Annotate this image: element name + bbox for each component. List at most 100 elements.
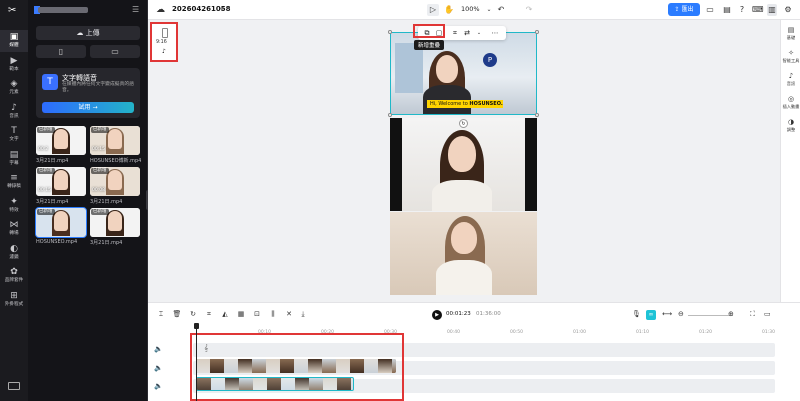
hand-tool-icon[interactable]: ✋ <box>444 4 454 16</box>
rail-item-captions[interactable]: ▤ 字幕 <box>0 148 28 170</box>
right-rail-animation[interactable]: ◎ 插入動畫 <box>781 95 800 109</box>
timeline: ⌶ 🗑 ↻ ⌗ ◭ ▦ ⊡ ⫼ ✕ ⤓ ▶ 00:01:23 01:36:00 … <box>148 302 800 401</box>
transform-icon[interactable]: ⊡ <box>252 310 262 318</box>
right-rail-audio[interactable]: ♪ 音訊 <box>781 72 800 86</box>
media-thumbnail: 已新增 00:15 <box>90 126 140 155</box>
playhead[interactable] <box>196 325 197 401</box>
transition-icon: ⋈ <box>9 220 19 230</box>
crop-icon[interactable]: ⌗ <box>450 28 460 38</box>
promo-try-button[interactable]: 試用 → <box>42 102 134 113</box>
microphone-icon[interactable]: 🎙 <box>632 310 641 318</box>
animation-icon: ◎ <box>787 95 795 103</box>
export-label: 匯出 <box>681 6 694 13</box>
rail-item-media[interactable]: ▣ 媒體 <box>0 30 28 52</box>
feedback-icon[interactable]: ▤ <box>722 4 732 16</box>
zoom-chevron-icon[interactable]: ⌄ <box>485 4 493 16</box>
rail-item-elements[interactable]: ◈ 元素 <box>0 77 28 99</box>
magnet-snap-icon[interactable]: ∞ <box>646 310 656 320</box>
audio-wave-icon[interactable]: ⫼ <box>268 310 278 319</box>
resize-handle[interactable] <box>388 30 392 34</box>
tts-promo-card: T 文字轉語音 在媒體內將任何文字變成擬真的語音。 試用 → <box>36 68 140 118</box>
phone-upload-button[interactable]: ▯ <box>36 45 86 58</box>
zoom-out-icon[interactable]: ⊖ <box>678 310 684 318</box>
rail-item-filter[interactable]: ◐ 濾鏡 <box>0 242 28 264</box>
right-rail-basic[interactable]: ▤ 基礎 <box>781 26 800 40</box>
comment-icon[interactable]: ▭ <box>764 310 771 318</box>
rail-item-effects[interactable]: ✦ 特效 <box>0 195 28 217</box>
smart-tools-icon: ✧ <box>788 49 794 57</box>
undo-icon[interactable]: ↶ <box>496 4 506 16</box>
media-filename: 3月21日.mp4 <box>90 199 123 205</box>
freeze-icon[interactable]: ▦ <box>236 310 246 318</box>
rail-item-label: 濾鏡 <box>9 254 19 260</box>
computer-upload-button[interactable]: ▭ <box>90 45 140 58</box>
media-thumbnail: 已新增 00:08 <box>90 167 140 196</box>
rail-item-label: 媒體 <box>9 43 19 48</box>
upload-button[interactable]: ☁ 上傳 <box>36 26 140 40</box>
video-layer-3[interactable] <box>390 212 537 295</box>
right-rail-adjust[interactable]: ◑ 調整 <box>781 118 800 132</box>
split-icon[interactable]: ⌶ <box>156 310 166 319</box>
track-volume-icon[interactable]: 🔈 <box>154 382 163 390</box>
layout-toggle-icon[interactable]: ▥ <box>767 4 777 16</box>
rail-item-audio[interactable]: ♪ 音訊 <box>0 101 28 123</box>
right-rail-smart-tools[interactable]: ✧ 智能工具 <box>781 49 800 63</box>
shortcuts-icon[interactable]: ⌨ <box>752 4 764 16</box>
cloud-sync-icon[interactable]: ☁ <box>156 5 165 15</box>
rail-item-transcript[interactable]: ≡ 轉錄稿 <box>0 171 28 193</box>
rail-item-label: 特效 <box>9 207 19 213</box>
link-icon[interactable]: ⟷ <box>662 310 672 318</box>
more-options-icon[interactable]: ⋯ <box>490 28 500 38</box>
media-duration: 00:08 <box>92 188 105 193</box>
video-layer-1[interactable]: P Hi, Welcome to HOSUNSEO. <box>390 32 537 115</box>
chevron-down-icon[interactable]: ⌄ <box>219 4 225 12</box>
redo-icon[interactable]: ↷ <box>524 4 534 16</box>
audio-icon: ♪ <box>788 72 794 80</box>
track-volume-icon[interactable]: 🔈 <box>154 364 163 372</box>
rotate-handle-icon[interactable]: ↻ <box>459 119 468 128</box>
zoom-in-icon[interactable]: ⊕ <box>728 310 734 318</box>
export-button[interactable]: ⇪ 匯出 <box>668 3 700 16</box>
media-duration: 00:15 <box>92 147 105 152</box>
resize-handle[interactable] <box>535 113 539 117</box>
replace-icon[interactable]: ⇄ <box>462 28 472 38</box>
media-filename: 3月21日.mp4 <box>36 199 69 205</box>
keyboard-icon[interactable] <box>8 382 20 390</box>
video-layer-2[interactable]: ↻ <box>390 118 537 211</box>
rail-item-template[interactable]: ▶ 範本 <box>0 54 28 76</box>
mirror-icon[interactable]: ◭ <box>220 310 230 318</box>
play-button[interactable]: ▶ <box>432 310 442 320</box>
track-volume-icon[interactable]: 🔈 <box>154 345 163 353</box>
added-badge: 已新增 <box>37 168 55 174</box>
help-icon[interactable]: ? <box>737 4 747 16</box>
chevron-down-icon[interactable]: ⌄ <box>474 28 484 38</box>
aspect-ratio-selector[interactable]: 9:16 ♪ <box>150 22 178 62</box>
cut-icon[interactable]: ✕ <box>284 310 294 318</box>
highlight-timeline-clips <box>190 333 404 401</box>
loop-icon[interactable]: ↻ <box>188 310 198 318</box>
office-window <box>395 43 423 93</box>
phone-ratio-icon <box>162 28 168 38</box>
crop-icon[interactable]: ⌗ <box>204 310 214 319</box>
timeline-zoom-slider[interactable] <box>688 315 733 316</box>
fullscreen-icon[interactable]: ⛶ <box>750 310 755 319</box>
resize-handle[interactable] <box>535 30 539 34</box>
select-tool-icon[interactable]: ▷ <box>427 4 439 16</box>
media-thumbnail: 已新增 00:2 <box>36 126 86 155</box>
banner-brand: HOSUNSEO. <box>469 101 503 107</box>
brand-logo: P <box>483 53 497 67</box>
settings-gear-icon[interactable]: ⚙ <box>783 4 793 16</box>
rail-item-plugins[interactable]: ⊞ 外掛程式 <box>0 289 28 311</box>
delete-icon[interactable]: 🗑 <box>172 310 182 318</box>
zoom-level[interactable]: 100% <box>461 5 480 13</box>
ruler-tick: 01:10 <box>636 330 649 335</box>
monitor-icon[interactable]: ▭ <box>705 4 715 16</box>
rail-item-text[interactable]: T 文字 <box>0 124 28 146</box>
download-icon[interactable]: ⤓ <box>298 310 308 319</box>
media-duration: 00:15 <box>38 188 51 193</box>
rail-item-transition[interactable]: ⋈ 轉場 <box>0 218 28 240</box>
audio-icon: ♪ <box>11 102 17 113</box>
resize-handle[interactable] <box>388 113 392 117</box>
panel-menu-icon[interactable]: ☰ <box>132 5 142 15</box>
rail-item-brand-kit[interactable]: ✿ 品牌套件 <box>0 265 28 287</box>
